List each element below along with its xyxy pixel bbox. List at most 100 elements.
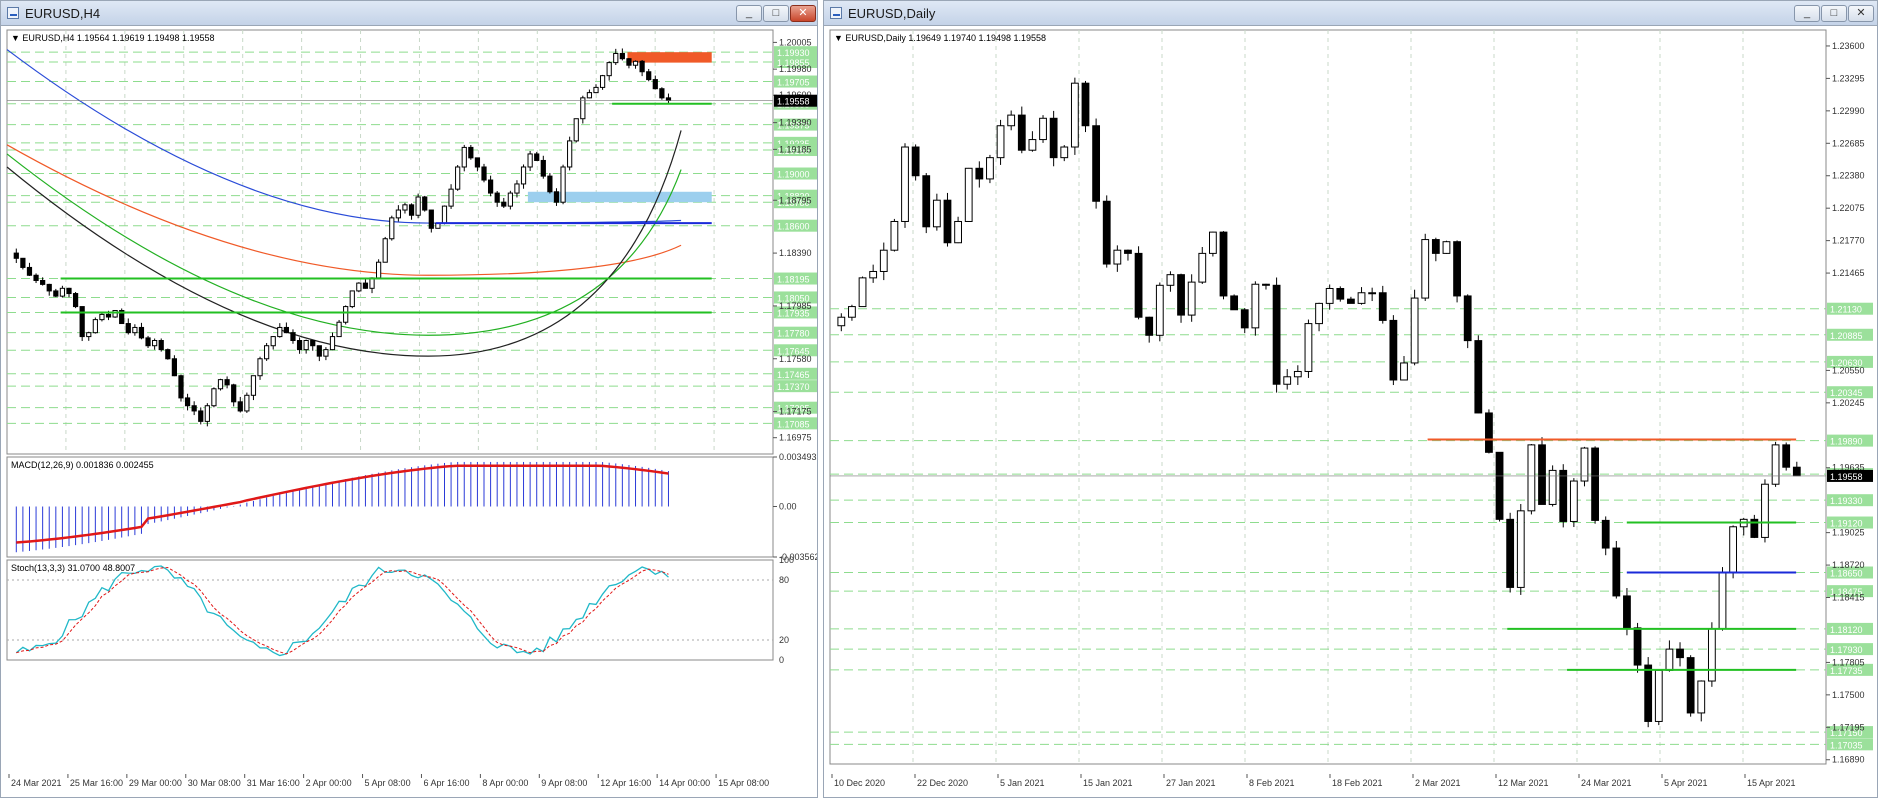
candle-body <box>599 75 606 88</box>
x-tick-label: 15 Jan 2021 <box>1083 778 1133 788</box>
candle-body <box>1113 249 1122 265</box>
y-tick-label: 1.19980 <box>779 64 812 74</box>
candle-body <box>1686 657 1695 714</box>
y-tick-label: 1.18415 <box>1832 593 1865 603</box>
y-tick-label: 1.23600 <box>1832 41 1865 51</box>
y-tick-label: 1.19025 <box>1832 528 1865 538</box>
candle-body <box>237 401 243 412</box>
candle-body <box>382 238 388 263</box>
candle-body <box>1601 519 1610 549</box>
candle-body <box>99 313 105 321</box>
candle-body <box>1347 298 1355 304</box>
x-tick-label: 24 Mar 2021 <box>1581 778 1632 788</box>
candle-body <box>1707 628 1716 682</box>
candle-body <box>593 86 599 94</box>
maximize-button[interactable]: □ <box>763 5 789 22</box>
y-tick-label: 1.18390 <box>779 248 812 258</box>
candle-body <box>152 339 158 347</box>
h4-window-title: EURUSD,H4 <box>25 6 101 21</box>
candle-body <box>231 384 237 403</box>
candle-body <box>922 175 931 228</box>
candle-body <box>1548 469 1557 505</box>
level-label: 1.17085 <box>777 419 810 429</box>
candle-body <box>869 270 878 279</box>
candle-body <box>316 345 322 357</box>
daily-window-titlebar[interactable]: EURUSD,Daily _ □ ✕ <box>824 1 1877 26</box>
x-tick-label: 29 Mar 00:00 <box>129 778 182 788</box>
candle-body <box>1410 297 1419 364</box>
daily-chart-canvas[interactable]: 1.211301.208851.206301.203451.198901.195… <box>824 26 1877 797</box>
candle-body <box>1272 284 1281 385</box>
y-tick-label: 1.17985 <box>779 301 812 311</box>
y-tick-label: 1.22990 <box>1832 106 1865 116</box>
candle-body <box>954 220 962 244</box>
y-tick-label: 1.18795 <box>779 195 812 205</box>
candle-body <box>1166 274 1175 286</box>
x-tick-label: 2 Apr 00:00 <box>306 778 352 788</box>
y-tick-label: 1.16890 <box>1832 755 1865 765</box>
candle-body <box>665 97 672 101</box>
candle-body <box>659 88 665 99</box>
candle-body <box>975 167 984 180</box>
candle-body <box>560 166 566 203</box>
h4-window-titlebar[interactable]: EURUSD,H4 _ □ ✕ <box>1 1 817 26</box>
x-tick-label: 15 Apr 2021 <box>1747 778 1796 788</box>
candle-body <box>1400 362 1408 381</box>
y-tick-label: 1.19185 <box>779 144 812 154</box>
candle-body <box>395 209 401 219</box>
candle-body <box>613 52 619 64</box>
x-tick-label: 18 Feb 2021 <box>1332 778 1383 788</box>
level-label: 1.17465 <box>777 370 810 380</box>
candle-body <box>468 146 474 159</box>
x-tick-label: 8 Feb 2021 <box>1249 778 1295 788</box>
daily-chart-window[interactable]: EURUSD,Daily _ □ ✕ 1.21130 1.20885 1.20630… <box>823 0 1878 798</box>
candle-body <box>1421 239 1430 299</box>
x-tick-label: 5 Apr 08:00 <box>365 778 411 788</box>
candle-body <box>145 337 151 347</box>
candle-body <box>132 326 138 334</box>
candle-body <box>1092 125 1101 202</box>
candle-body <box>461 146 467 168</box>
candle-body <box>481 166 487 181</box>
candle-body <box>1474 340 1483 414</box>
candle-body <box>310 339 316 347</box>
h4-chart-window[interactable]: EURUSD,H4 _ □ ✕ 1.19930 1.19855 1.19705 1.1… <box>0 0 818 798</box>
x-tick-label: 2 Mar 2021 <box>1415 778 1461 788</box>
candle-body <box>92 319 98 334</box>
price-panel-frame <box>6 29 774 455</box>
candle-body <box>290 332 296 341</box>
candle-body <box>408 204 415 216</box>
stoch-tick-label: 80 <box>779 575 789 585</box>
candle-body <box>1782 444 1791 468</box>
y-tick-label: 1.23295 <box>1832 73 1865 83</box>
candle-body <box>362 282 369 289</box>
candle-body <box>520 166 527 185</box>
candle-body <box>1293 370 1302 378</box>
maximize-button[interactable]: □ <box>1821 5 1847 22</box>
y-tick-label: 1.19390 <box>779 118 812 128</box>
candle-body <box>1378 292 1387 321</box>
candle-body <box>1463 295 1472 342</box>
candle-body <box>494 192 500 203</box>
candle-body <box>487 179 494 194</box>
h4-chart-canvas[interactable]: 1.199301.198551.197051.195351.193751.192… <box>1 26 817 797</box>
candle-body <box>514 183 520 194</box>
minimize-button[interactable]: _ <box>1794 5 1820 22</box>
candle-body <box>474 157 481 168</box>
minimize-button[interactable]: _ <box>736 5 762 22</box>
candle-body <box>415 196 421 216</box>
candle-body <box>448 188 454 207</box>
x-tick-label: 9 Apr 08:00 <box>541 778 587 788</box>
x-tick-label: 30 Mar 08:00 <box>188 778 241 788</box>
candle-body <box>1729 526 1738 574</box>
close-button[interactable]: ✕ <box>1848 5 1874 22</box>
stoch-panel-frame <box>6 559 774 661</box>
candle-body <box>932 199 941 228</box>
candle-body <box>547 175 553 193</box>
y-tick-label: 1.20550 <box>1832 365 1865 375</box>
x-tick-label: 12 Mar 2021 <box>1498 778 1549 788</box>
candle-body <box>1623 595 1631 629</box>
y-tick-label: 1.21465 <box>1832 268 1865 278</box>
close-button[interactable]: ✕ <box>790 5 816 22</box>
candle-body <box>138 326 145 339</box>
